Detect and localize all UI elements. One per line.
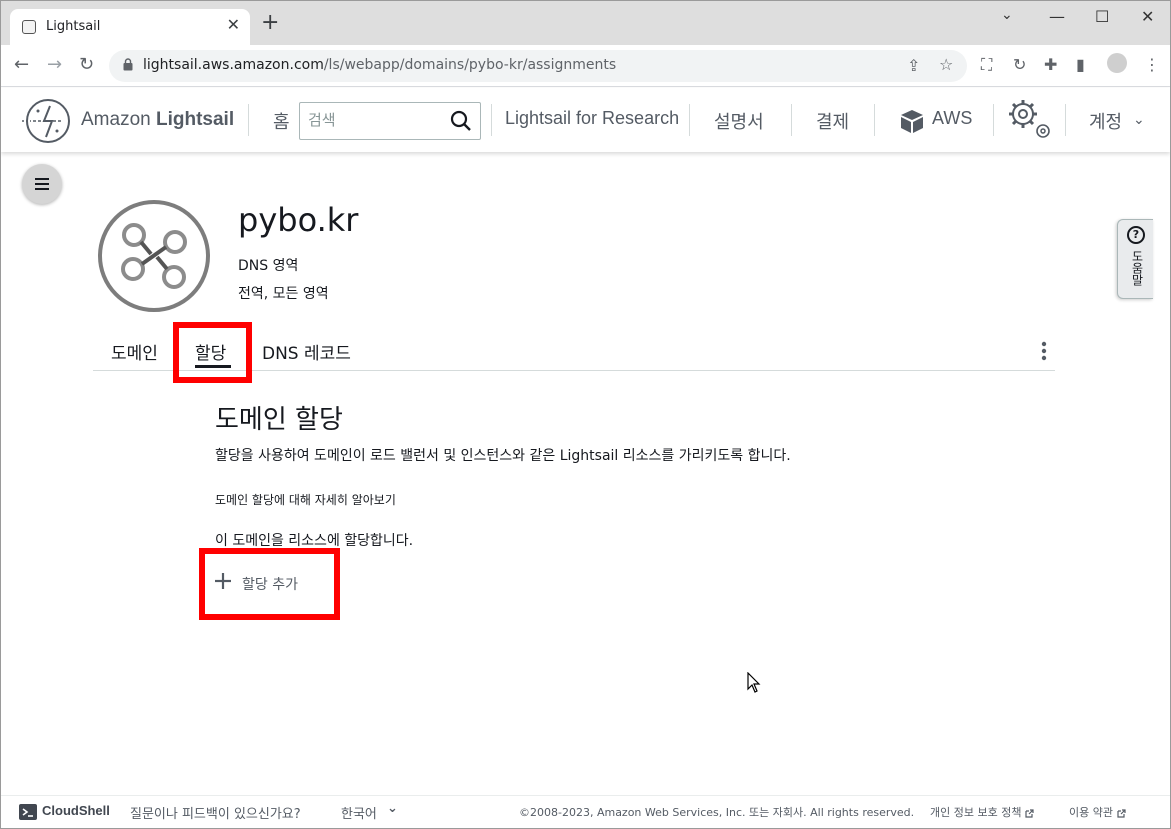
header-divider [1065, 104, 1066, 136]
page-title: pybo.kr [238, 201, 359, 239]
brand-name[interactable]: Amazon Lightsail [81, 109, 234, 131]
learn-more-link[interactable]: 도메인 할당에 대해 자세히 알아보기 [215, 491, 396, 508]
lightsail-favicon-icon [22, 20, 36, 34]
bookmark-star-icon[interactable]: ☆ [939, 55, 953, 74]
external-link-icon [1117, 808, 1126, 818]
help-panel-tab[interactable]: ? 도움말 [1117, 219, 1153, 299]
copyright-text: ©2008-2023, Amazon Web Services, Inc. 또는… [519, 806, 915, 819]
help-question-icon: ? [1127, 226, 1145, 244]
docs-link[interactable]: 설명서 [714, 108, 764, 134]
help-label: 도움말 [1130, 250, 1144, 286]
search-icon[interactable] [450, 110, 472, 132]
language-selector[interactable]: 한국어 [341, 803, 377, 822]
header-divider [491, 104, 492, 136]
external-link-icon [1025, 808, 1035, 818]
resource-type: DNS 영역 [238, 258, 299, 274]
language-chevron-down-icon[interactable]: ⌄ [387, 801, 398, 816]
tab-close-icon[interactable]: ✕ [227, 15, 240, 34]
side-panel-icon[interactable]: ▮ [1076, 55, 1085, 74]
terms-link[interactable]: 이용 약관 [1069, 804, 1126, 820]
url-text: lightsail.aws.amazon.com/ls/webapp/domai… [143, 57, 617, 73]
refresh-extension-icon[interactable]: ↻ [1013, 55, 1026, 74]
header-divider [874, 104, 875, 136]
maximize-button[interactable]: ☐ [1095, 7, 1109, 26]
aws-cube-icon [901, 110, 923, 133]
close-window-button[interactable]: ✕ [1141, 7, 1154, 26]
back-arrow-icon[interactable]: ← [14, 54, 29, 75]
lightsail-header: Amazon Lightsail 홈 Lightsail for Researc… [1, 88, 1170, 152]
billing-link[interactable]: 결제 [816, 108, 849, 134]
tab-title: Lightsail [46, 19, 101, 34]
home-link[interactable]: 홈 [273, 108, 290, 134]
browser-window: Lightsail ✕ + ⌄ — ☐ ✕ ← → ↻ lightsail.aw… [0, 0, 1171, 829]
feedback-link[interactable]: 질문이나 피드백이 있으신가요? [130, 803, 301, 822]
extensions-puzzle-icon[interactable]: ✚ [1044, 55, 1057, 74]
mouse-cursor-icon [747, 672, 761, 693]
resource-region: 전역, 모든 영역 [238, 286, 329, 302]
browser-tab[interactable]: Lightsail ✕ [10, 9, 250, 45]
share-icon[interactable]: ⇪ [907, 56, 920, 75]
page-footer: CloudShell 질문이나 피드백이 있으신가요? 한국어 ⌄ ©2008-… [1, 795, 1170, 828]
tab-domain[interactable]: 도메인 [111, 339, 158, 364]
section-title: 도메인 할당 [215, 405, 343, 435]
settings-gear-icon[interactable] [1005, 96, 1055, 142]
minimize-button[interactable]: — [1049, 7, 1065, 26]
lock-icon [123, 58, 133, 71]
hamburger-icon [35, 178, 49, 190]
cloudshell-button[interactable]: CloudShell [42, 803, 110, 818]
window-dropdown-icon[interactable]: ⌄ [1001, 7, 1013, 23]
dns-zone-icon [98, 200, 210, 312]
forward-arrow-icon[interactable]: → [47, 54, 62, 75]
new-tab-button[interactable]: + [261, 12, 279, 34]
highlight-box-tab [173, 322, 252, 383]
more-actions-icon[interactable] [1039, 341, 1049, 361]
privacy-link[interactable]: 개인 정보 보호 정책 [930, 804, 1035, 820]
account-menu[interactable]: 계정 [1089, 108, 1122, 134]
header-divider [791, 104, 792, 136]
section-description: 할당을 사용하여 도메인이 로드 밸런서 및 인스턴스와 같은 Lightsai… [215, 448, 791, 464]
search-box[interactable] [299, 102, 481, 140]
header-divider [248, 104, 249, 136]
research-link[interactable]: Lightsail for Research [505, 108, 679, 129]
address-bar[interactable]: lightsail.aws.amazon.com/ls/webapp/domai… [109, 50, 967, 82]
aws-link[interactable]: AWS [932, 108, 972, 129]
header-divider [689, 104, 690, 136]
lightsail-logo-icon[interactable] [19, 97, 71, 145]
highlight-box-add-button [199, 548, 340, 620]
cloudshell-icon[interactable] [19, 804, 37, 820]
browser-toolbar: ← → ↻ lightsail.aws.amazon.com/ls/webapp… [1, 45, 1170, 87]
nav-menu-button[interactable] [22, 164, 62, 204]
search-input[interactable] [308, 111, 438, 129]
tab-strip: Lightsail ✕ + ⌄ — ☐ ✕ [1, 1, 1170, 45]
profile-avatar[interactable] [1107, 53, 1127, 73]
screenshot-icon[interactable]: ⛶ [981, 55, 992, 75]
browser-menu-icon[interactable]: ⋮ [1144, 55, 1160, 74]
chevron-down-icon[interactable]: ⌄ [1133, 111, 1145, 128]
tab-dns-records[interactable]: DNS 레코드 [262, 339, 351, 364]
assign-instruction: 이 도메인을 리소스에 할당합니다. [215, 533, 414, 549]
reload-icon[interactable]: ↻ [79, 54, 94, 75]
header-divider [993, 104, 994, 136]
